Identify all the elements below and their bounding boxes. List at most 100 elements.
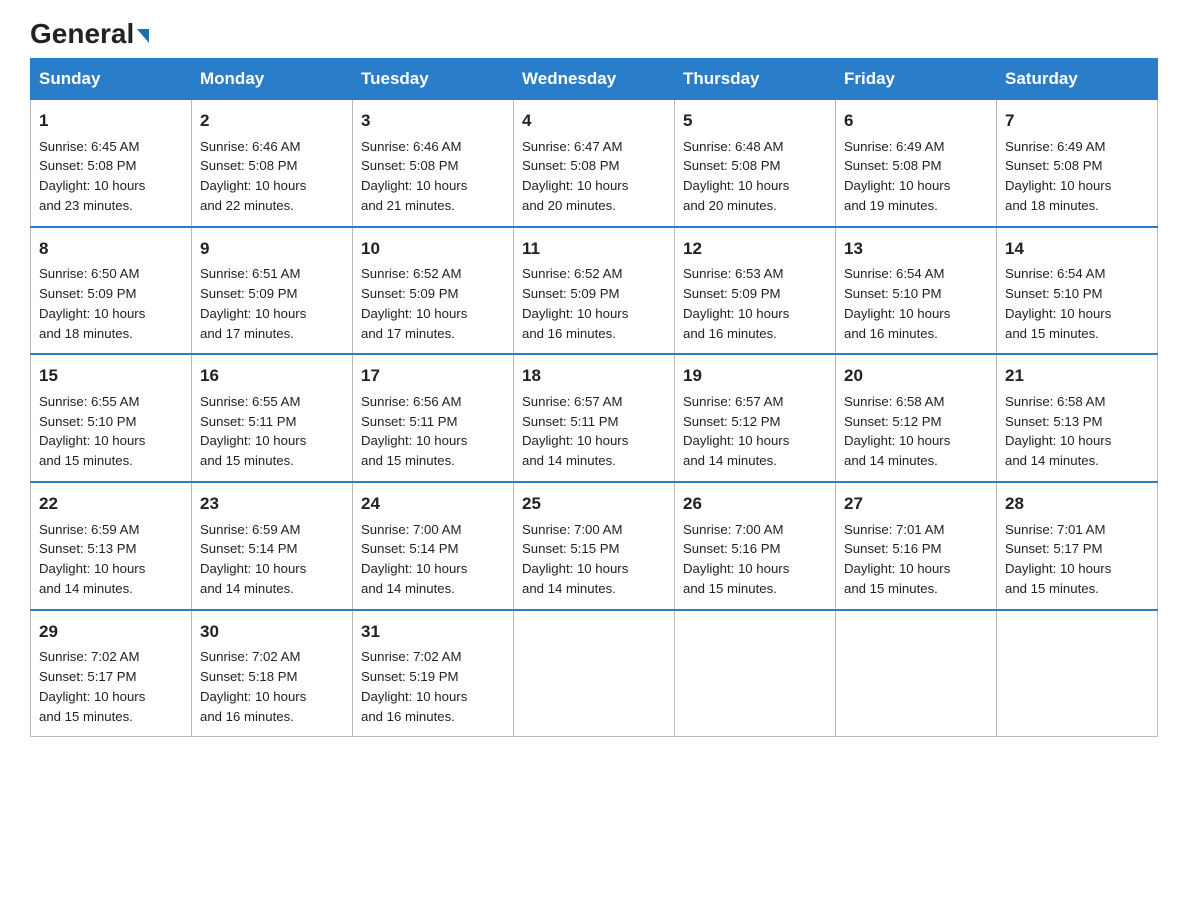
calendar-table: SundayMondayTuesdayWednesdayThursdayFrid… — [30, 58, 1158, 737]
day-number: 17 — [361, 363, 505, 389]
day-number: 6 — [844, 108, 988, 134]
col-header-thursday: Thursday — [675, 59, 836, 100]
day-number: 19 — [683, 363, 827, 389]
day-number: 11 — [522, 236, 666, 262]
col-header-friday: Friday — [836, 59, 997, 100]
day-info: Sunrise: 6:58 AMSunset: 5:12 PMDaylight:… — [844, 392, 988, 471]
day-number: 1 — [39, 108, 183, 134]
day-number: 23 — [200, 491, 344, 517]
day-info: Sunrise: 6:50 AMSunset: 5:09 PMDaylight:… — [39, 264, 183, 343]
calendar-cell: 18 Sunrise: 6:57 AMSunset: 5:11 PMDaylig… — [514, 354, 675, 482]
day-info: Sunrise: 6:48 AMSunset: 5:08 PMDaylight:… — [683, 137, 827, 216]
calendar-cell: 15 Sunrise: 6:55 AMSunset: 5:10 PMDaylig… — [31, 354, 192, 482]
day-info: Sunrise: 6:57 AMSunset: 5:11 PMDaylight:… — [522, 392, 666, 471]
day-info: Sunrise: 6:52 AMSunset: 5:09 PMDaylight:… — [522, 264, 666, 343]
day-number: 16 — [200, 363, 344, 389]
day-number: 28 — [1005, 491, 1149, 517]
day-info: Sunrise: 6:54 AMSunset: 5:10 PMDaylight:… — [844, 264, 988, 343]
calendar-cell: 24 Sunrise: 7:00 AMSunset: 5:14 PMDaylig… — [353, 482, 514, 610]
calendar-cell: 31 Sunrise: 7:02 AMSunset: 5:19 PMDaylig… — [353, 610, 514, 737]
day-number: 31 — [361, 619, 505, 645]
calendar-week-row: 15 Sunrise: 6:55 AMSunset: 5:10 PMDaylig… — [31, 354, 1158, 482]
day-number: 4 — [522, 108, 666, 134]
day-info: Sunrise: 7:00 AMSunset: 5:16 PMDaylight:… — [683, 520, 827, 599]
calendar-cell: 25 Sunrise: 7:00 AMSunset: 5:15 PMDaylig… — [514, 482, 675, 610]
calendar-cell: 1 Sunrise: 6:45 AMSunset: 5:08 PMDayligh… — [31, 100, 192, 227]
day-number: 15 — [39, 363, 183, 389]
col-header-tuesday: Tuesday — [353, 59, 514, 100]
day-number: 24 — [361, 491, 505, 517]
day-info: Sunrise: 6:45 AMSunset: 5:08 PMDaylight:… — [39, 137, 183, 216]
day-info: Sunrise: 6:57 AMSunset: 5:12 PMDaylight:… — [683, 392, 827, 471]
day-info: Sunrise: 6:55 AMSunset: 5:10 PMDaylight:… — [39, 392, 183, 471]
day-number: 3 — [361, 108, 505, 134]
day-number: 13 — [844, 236, 988, 262]
day-info: Sunrise: 6:46 AMSunset: 5:08 PMDaylight:… — [361, 137, 505, 216]
day-number: 10 — [361, 236, 505, 262]
calendar-cell: 16 Sunrise: 6:55 AMSunset: 5:11 PMDaylig… — [192, 354, 353, 482]
calendar-cell: 23 Sunrise: 6:59 AMSunset: 5:14 PMDaylig… — [192, 482, 353, 610]
day-number: 27 — [844, 491, 988, 517]
day-info: Sunrise: 7:02 AMSunset: 5:18 PMDaylight:… — [200, 647, 344, 726]
day-info: Sunrise: 7:01 AMSunset: 5:17 PMDaylight:… — [1005, 520, 1149, 599]
calendar-cell — [514, 610, 675, 737]
day-info: Sunrise: 6:49 AMSunset: 5:08 PMDaylight:… — [844, 137, 988, 216]
day-number: 9 — [200, 236, 344, 262]
calendar-cell: 3 Sunrise: 6:46 AMSunset: 5:08 PMDayligh… — [353, 100, 514, 227]
day-number: 22 — [39, 491, 183, 517]
calendar-cell: 21 Sunrise: 6:58 AMSunset: 5:13 PMDaylig… — [997, 354, 1158, 482]
day-number: 7 — [1005, 108, 1149, 134]
day-info: Sunrise: 6:53 AMSunset: 5:09 PMDaylight:… — [683, 264, 827, 343]
calendar-body: 1 Sunrise: 6:45 AMSunset: 5:08 PMDayligh… — [31, 100, 1158, 737]
day-number: 30 — [200, 619, 344, 645]
calendar-cell: 7 Sunrise: 6:49 AMSunset: 5:08 PMDayligh… — [997, 100, 1158, 227]
calendar-cell: 10 Sunrise: 6:52 AMSunset: 5:09 PMDaylig… — [353, 227, 514, 355]
calendar-cell: 9 Sunrise: 6:51 AMSunset: 5:09 PMDayligh… — [192, 227, 353, 355]
logo-arrow-icon — [137, 29, 149, 43]
day-info: Sunrise: 6:59 AMSunset: 5:14 PMDaylight:… — [200, 520, 344, 599]
day-info: Sunrise: 7:02 AMSunset: 5:17 PMDaylight:… — [39, 647, 183, 726]
day-info: Sunrise: 6:55 AMSunset: 5:11 PMDaylight:… — [200, 392, 344, 471]
day-number: 8 — [39, 236, 183, 262]
calendar-week-row: 29 Sunrise: 7:02 AMSunset: 5:17 PMDaylig… — [31, 610, 1158, 737]
day-number: 21 — [1005, 363, 1149, 389]
calendar-cell: 20 Sunrise: 6:58 AMSunset: 5:12 PMDaylig… — [836, 354, 997, 482]
day-info: Sunrise: 6:51 AMSunset: 5:09 PMDaylight:… — [200, 264, 344, 343]
calendar-cell: 8 Sunrise: 6:50 AMSunset: 5:09 PMDayligh… — [31, 227, 192, 355]
calendar-cell: 11 Sunrise: 6:52 AMSunset: 5:09 PMDaylig… — [514, 227, 675, 355]
page-header: General — [30, 20, 1158, 48]
day-number: 26 — [683, 491, 827, 517]
day-number: 29 — [39, 619, 183, 645]
calendar-header-row: SundayMondayTuesdayWednesdayThursdayFrid… — [31, 59, 1158, 100]
day-number: 12 — [683, 236, 827, 262]
day-number: 18 — [522, 363, 666, 389]
day-info: Sunrise: 6:46 AMSunset: 5:08 PMDaylight:… — [200, 137, 344, 216]
calendar-cell: 22 Sunrise: 6:59 AMSunset: 5:13 PMDaylig… — [31, 482, 192, 610]
day-info: Sunrise: 6:59 AMSunset: 5:13 PMDaylight:… — [39, 520, 183, 599]
calendar-cell: 30 Sunrise: 7:02 AMSunset: 5:18 PMDaylig… — [192, 610, 353, 737]
day-info: Sunrise: 7:00 AMSunset: 5:14 PMDaylight:… — [361, 520, 505, 599]
calendar-cell: 12 Sunrise: 6:53 AMSunset: 5:09 PMDaylig… — [675, 227, 836, 355]
calendar-week-row: 1 Sunrise: 6:45 AMSunset: 5:08 PMDayligh… — [31, 100, 1158, 227]
calendar-cell: 2 Sunrise: 6:46 AMSunset: 5:08 PMDayligh… — [192, 100, 353, 227]
day-number: 14 — [1005, 236, 1149, 262]
calendar-cell: 4 Sunrise: 6:47 AMSunset: 5:08 PMDayligh… — [514, 100, 675, 227]
col-header-saturday: Saturday — [997, 59, 1158, 100]
day-number: 20 — [844, 363, 988, 389]
calendar-cell: 13 Sunrise: 6:54 AMSunset: 5:10 PMDaylig… — [836, 227, 997, 355]
day-info: Sunrise: 7:00 AMSunset: 5:15 PMDaylight:… — [522, 520, 666, 599]
logo: General — [30, 20, 149, 48]
calendar-week-row: 8 Sunrise: 6:50 AMSunset: 5:09 PMDayligh… — [31, 227, 1158, 355]
calendar-cell: 6 Sunrise: 6:49 AMSunset: 5:08 PMDayligh… — [836, 100, 997, 227]
day-info: Sunrise: 6:49 AMSunset: 5:08 PMDaylight:… — [1005, 137, 1149, 216]
calendar-cell: 19 Sunrise: 6:57 AMSunset: 5:12 PMDaylig… — [675, 354, 836, 482]
day-number: 2 — [200, 108, 344, 134]
day-number: 5 — [683, 108, 827, 134]
day-info: Sunrise: 6:54 AMSunset: 5:10 PMDaylight:… — [1005, 264, 1149, 343]
day-info: Sunrise: 6:47 AMSunset: 5:08 PMDaylight:… — [522, 137, 666, 216]
calendar-cell — [836, 610, 997, 737]
day-info: Sunrise: 7:01 AMSunset: 5:16 PMDaylight:… — [844, 520, 988, 599]
calendar-cell: 26 Sunrise: 7:00 AMSunset: 5:16 PMDaylig… — [675, 482, 836, 610]
calendar-cell: 14 Sunrise: 6:54 AMSunset: 5:10 PMDaylig… — [997, 227, 1158, 355]
col-header-wednesday: Wednesday — [514, 59, 675, 100]
